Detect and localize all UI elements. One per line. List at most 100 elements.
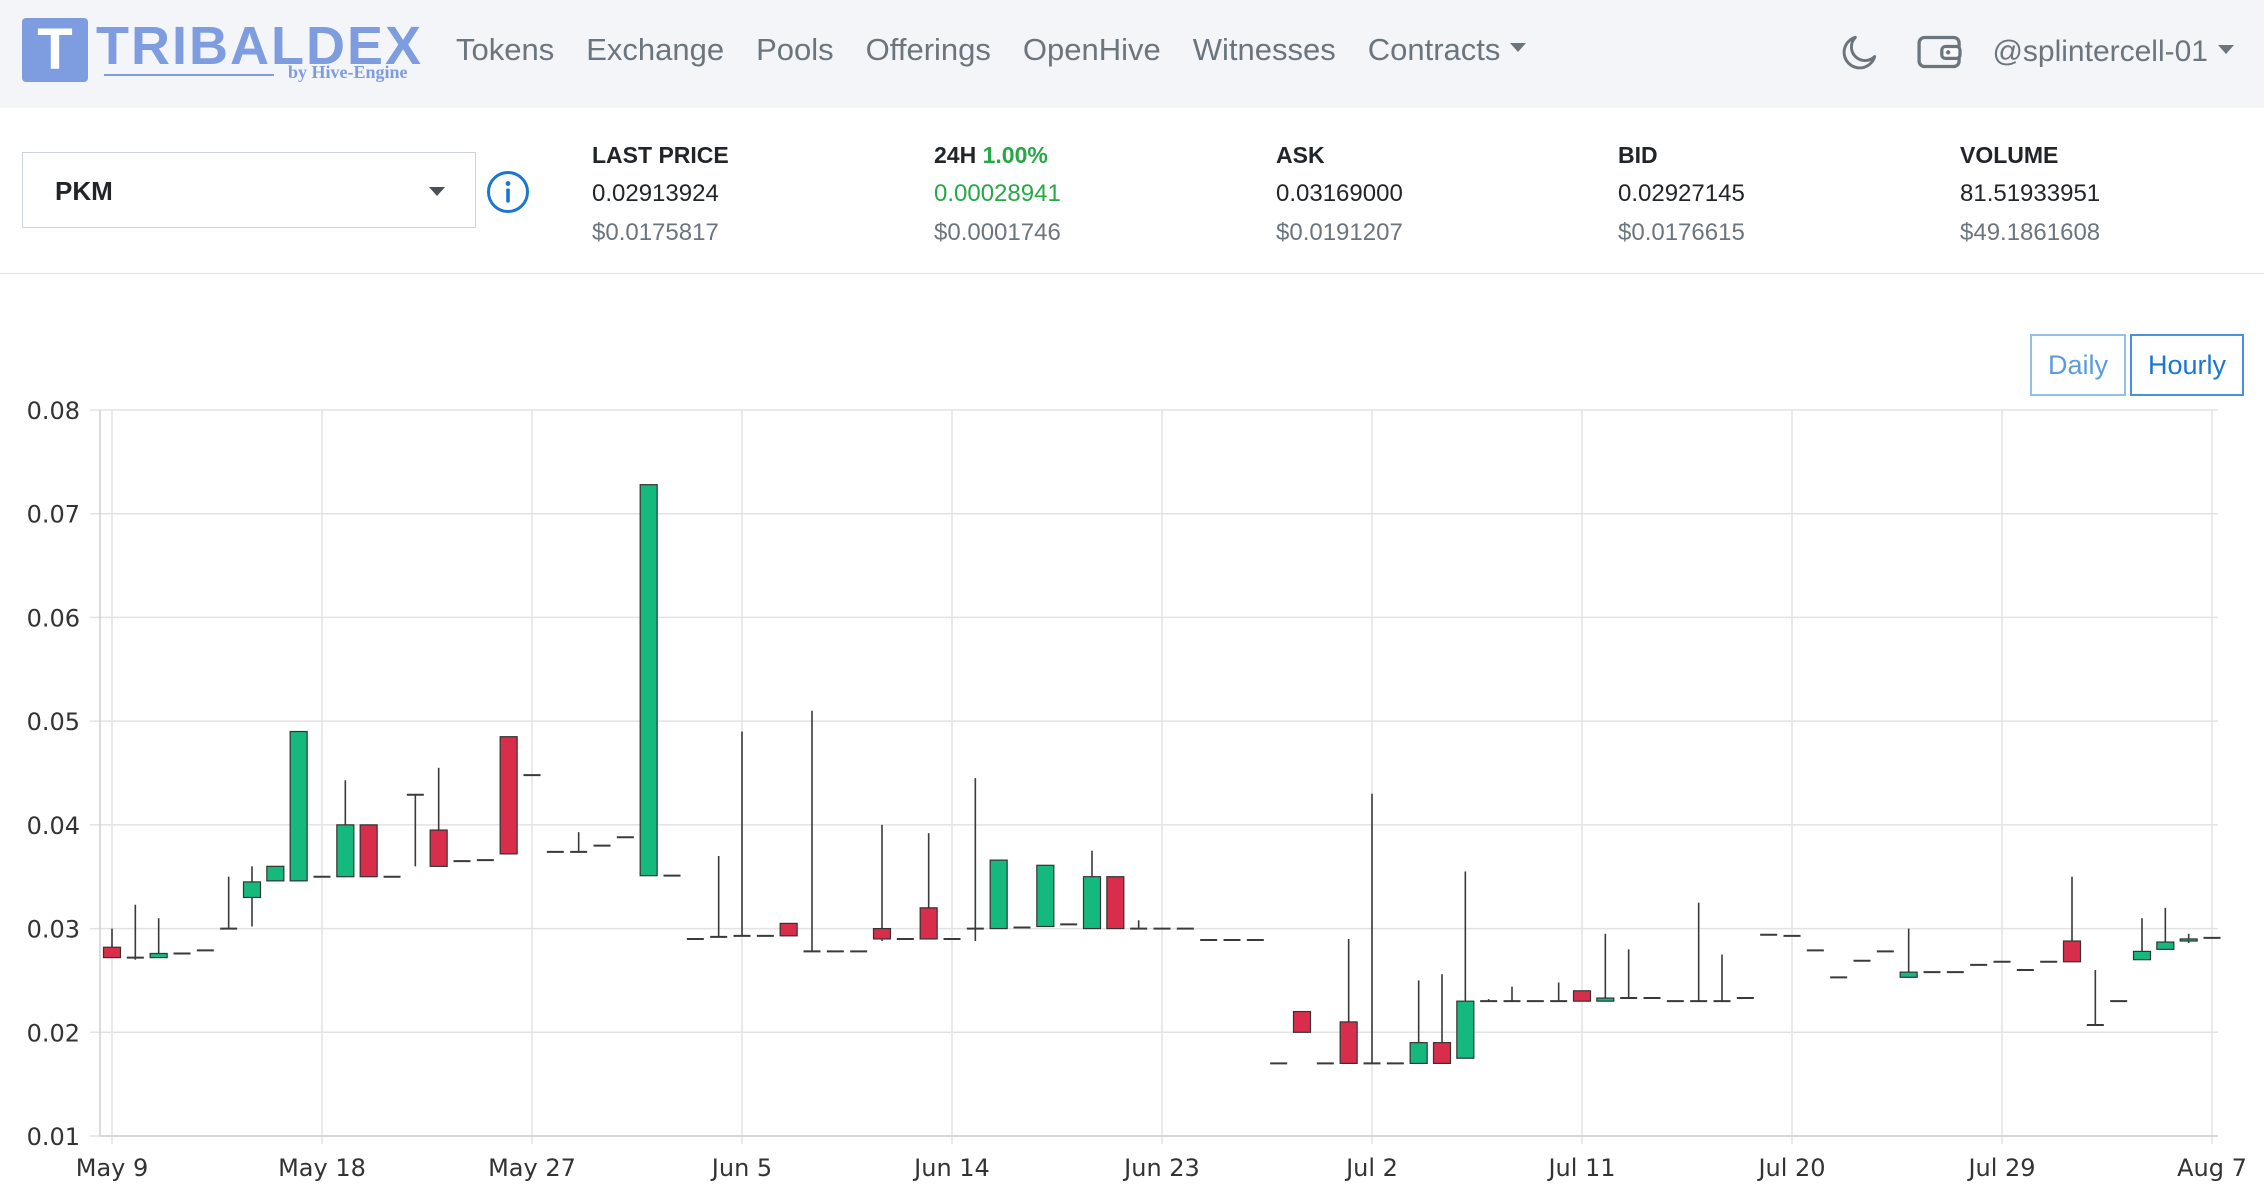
y-tick-label: 0.07 <box>27 501 80 529</box>
x-tick-label: Aug 7 <box>2177 1154 2247 1182</box>
candle-body <box>336 824 355 878</box>
stat-value: 81.51933951 <box>1960 180 2101 207</box>
nav-witnesses[interactable]: Witnesses <box>1193 32 1336 68</box>
candle-body <box>1899 971 1918 978</box>
nav-contracts-dropdown[interactable]: Contracts <box>1368 32 1527 68</box>
x-tick-label: Jul 29 <box>1966 1154 2035 1182</box>
x-tick-label: May 18 <box>278 1154 366 1182</box>
stat-label-text: 24H <box>934 142 977 168</box>
candle-body <box>1036 864 1055 928</box>
candle-body <box>872 927 892 940</box>
candle-body <box>2179 938 2198 942</box>
nav-pools[interactable]: Pools <box>756 32 834 68</box>
token-info-button[interactable] <box>486 170 530 214</box>
stat-usd: $0.0001746 <box>934 219 1061 246</box>
stat-usd: $0.0191207 <box>1276 219 1403 246</box>
y-tick-label: 0.02 <box>27 1019 80 1047</box>
candle-body <box>149 952 168 959</box>
logo-mark: T <box>22 18 88 82</box>
candle-body <box>1292 1010 1312 1033</box>
dark-mode-toggle[interactable] <box>1832 26 1888 78</box>
candle-body <box>1106 876 1125 930</box>
stat-label: BID <box>1618 142 1658 168</box>
y-tick-label: 0.08 <box>27 397 80 425</box>
stat-usd: $49.1861608 <box>1960 219 2101 246</box>
stat-label: 24H 1.00% <box>934 136 1264 174</box>
x-tick-label: May 27 <box>488 1154 576 1182</box>
candle-body <box>989 859 1008 930</box>
candle-body <box>499 736 518 855</box>
candlestick-chart[interactable]: 0.08 0.07 0.06 0.05 0.04 0.03 0.02 0.01 May 9 May… <box>0 380 2264 1200</box>
token-select[interactable]: PKM <box>22 152 476 228</box>
stat-24h-change: 24H 1.00% 0.00028941 $0.0001746 <box>934 136 1264 252</box>
change-percent: 1.00% <box>982 142 1048 168</box>
stat-label: LAST PRICE <box>592 142 729 168</box>
candle-body <box>242 881 262 899</box>
candle-body <box>919 907 938 940</box>
chevron-down-icon <box>1510 43 1527 53</box>
stat-label: ASK <box>1276 142 1325 168</box>
logo-letter: T <box>37 17 73 82</box>
nav-offerings[interactable]: Offerings <box>866 32 991 68</box>
top-navbar: T TRIBALDEX by Hive-Engine Tokens Exchan… <box>0 0 2264 108</box>
candle-body <box>1409 1042 1428 1065</box>
candle-body <box>1432 1042 1452 1065</box>
stat-value: 0.00028941 <box>934 180 1061 207</box>
candle-body <box>1339 1021 1358 1065</box>
nav-contracts-label: Contracts <box>1367 32 1501 67</box>
stat-value: 0.02927145 <box>1618 180 1745 207</box>
brand-subtitle: by Hive-Engine <box>288 62 408 82</box>
candle-body <box>289 730 308 882</box>
stat-bid: BID 0.02927145 $0.0176615 <box>1618 136 1948 252</box>
stat-volume: VOLUME 81.51933951 $49.1861608 <box>1960 136 2264 252</box>
stat-value: 0.02913924 <box>592 180 719 207</box>
candle-body <box>429 829 448 867</box>
chevron-down-icon <box>429 187 445 196</box>
brand-logo[interactable]: T TRIBALDEX by Hive-Engine <box>22 16 422 86</box>
y-tick-label: 0.01 <box>27 1123 80 1151</box>
info-icon <box>487 171 529 213</box>
nav-tokens[interactable]: Tokens <box>456 32 554 68</box>
token-select-value: PKM <box>55 176 113 206</box>
x-tick-label: Jun 14 <box>912 1154 990 1182</box>
market-ticker: PKM LAST PRICE 0.02913924 $0.0175817 24H… <box>0 108 2264 274</box>
y-tick-label: 0.06 <box>27 604 80 632</box>
candle-body <box>2132 950 2152 961</box>
wallet-icon <box>1917 35 1963 69</box>
account-name: @splintercell-01 <box>1992 35 2208 68</box>
x-tick-label: Jul 2 <box>1344 1154 1398 1182</box>
candle-body <box>779 922 798 937</box>
y-tick-label: 0.03 <box>27 916 80 944</box>
nav-exchange[interactable]: Exchange <box>586 32 724 68</box>
candle-body <box>2156 941 2175 950</box>
candle-body <box>102 946 122 959</box>
candle-body <box>1596 997 1615 1002</box>
wallet-button[interactable] <box>1912 26 1968 78</box>
main-nav: Tokens Exchange Pools Offerings OpenHive… <box>456 26 1558 74</box>
stat-usd: $0.0176615 <box>1618 219 1745 246</box>
candle-body <box>1572 990 1592 1002</box>
candle-body <box>2062 940 2082 963</box>
stat-ask: ASK 0.03169000 $0.0191207 <box>1276 136 1606 252</box>
stat-usd: $0.0175817 <box>592 219 719 246</box>
nav-openhive[interactable]: OpenHive <box>1023 32 1161 68</box>
x-tick-label: Jul 11 <box>1546 1154 1615 1182</box>
candle-body <box>1456 1000 1475 1059</box>
nav-right: @splintercell-01 <box>1832 26 2234 78</box>
candle-body <box>1082 876 1102 930</box>
stat-label: VOLUME <box>1960 142 2059 168</box>
x-tick-label: Jun 5 <box>710 1154 772 1182</box>
account-menu[interactable]: @splintercell-01 <box>1992 35 2234 69</box>
y-tick-label: 0.05 <box>27 708 80 736</box>
chevron-down-icon <box>2218 44 2234 54</box>
candle-body <box>639 484 658 877</box>
stat-last-price: LAST PRICE 0.02913924 $0.0175817 <box>592 136 922 252</box>
x-tick-label: Jun 23 <box>1122 1154 1200 1182</box>
x-tick-label: May 9 <box>76 1154 149 1182</box>
candle-body <box>266 865 285 882</box>
candle-body <box>359 824 378 878</box>
brand-underline <box>104 74 274 76</box>
stat-value: 0.03169000 <box>1276 180 1403 207</box>
price-chart[interactable]: 0.08 0.07 0.06 0.05 0.04 0.03 0.02 0.01 May 9 May… <box>0 380 2264 1200</box>
moon-icon <box>1843 35 1877 70</box>
